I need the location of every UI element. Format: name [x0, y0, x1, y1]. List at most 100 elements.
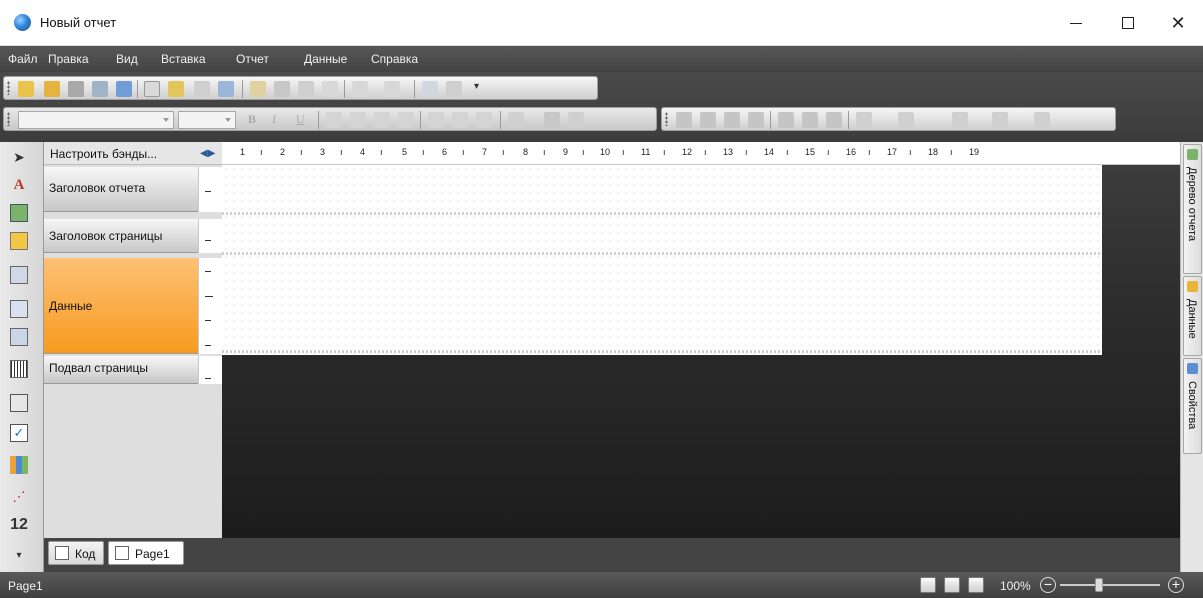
menu-help[interactable]: Справка: [371, 52, 418, 66]
single-page-icon[interactable]: [944, 577, 960, 593]
toolbar-grip-icon[interactable]: [7, 112, 10, 126]
save-all-icon[interactable]: [92, 81, 108, 97]
new-dialog-icon[interactable]: [168, 81, 184, 97]
band-separator[interactable]: [222, 350, 1102, 353]
configure-bands-button[interactable]: Настроить бэнды...: [50, 147, 157, 161]
align-justify-icon[interactable]: [398, 112, 414, 128]
toolbox-overflow-icon[interactable]: ▾: [10, 546, 28, 564]
zoom-slider-thumb[interactable]: [1095, 578, 1103, 592]
report-page[interactable]: [222, 165, 1102, 355]
font-color-icon[interactable]: [508, 112, 524, 128]
menu-data[interactable]: Данные: [304, 52, 347, 66]
fill-color-icon[interactable]: [856, 112, 872, 128]
zoom-slider[interactable]: [1060, 584, 1160, 586]
format-painter-icon[interactable]: [322, 81, 338, 97]
zoom-out-icon[interactable]: −: [1040, 577, 1056, 593]
close-button[interactable]: ✕: [1155, 0, 1201, 46]
menu-edit[interactable]: Правка: [48, 52, 89, 66]
copy-icon[interactable]: [274, 81, 290, 97]
barcode-icon[interactable]: [10, 360, 28, 378]
border-all-icon[interactable]: [778, 112, 794, 128]
ruler-number: 10: [600, 147, 611, 157]
tab-code[interactable]: Код: [48, 541, 104, 565]
report-options-icon[interactable]: [218, 81, 234, 97]
border-left-icon[interactable]: [724, 112, 740, 128]
multi-page-icon[interactable]: [968, 577, 984, 593]
align-left-icon[interactable]: [326, 112, 342, 128]
bold-icon[interactable]: B: [248, 112, 264, 128]
tab-report-tree[interactable]: Дерево отчета: [1183, 144, 1202, 274]
redo-icon[interactable]: [384, 81, 400, 97]
ruler-mark: ı: [582, 147, 585, 157]
border-top-icon[interactable]: [676, 112, 692, 128]
font-name-combo[interactable]: [18, 111, 174, 129]
menu-report[interactable]: Отчет: [236, 52, 269, 66]
undo-icon[interactable]: [352, 81, 368, 97]
line-color-icon[interactable]: [898, 112, 914, 128]
tab-properties[interactable]: Свойства: [1183, 358, 1202, 454]
preview-icon[interactable]: [116, 81, 132, 97]
italic-icon[interactable]: I: [272, 112, 288, 128]
checkbox-object-icon[interactable]: ✓: [10, 424, 28, 442]
open-folder-icon[interactable]: [44, 81, 60, 97]
toolbar-grip-icon[interactable]: [665, 112, 668, 126]
toolbar-grip-icon[interactable]: [7, 81, 10, 95]
menu-insert[interactable]: Вставка: [161, 52, 206, 66]
menu-file[interactable]: Файл: [8, 52, 38, 66]
highlight-icon[interactable]: [544, 112, 560, 128]
valign-middle-icon[interactable]: [452, 112, 468, 128]
line-width-icon[interactable]: [992, 112, 1008, 128]
band-object-icon[interactable]: [10, 266, 28, 284]
ungroup-icon[interactable]: [446, 81, 462, 97]
line-dash-icon[interactable]: [1034, 112, 1050, 128]
menu-view[interactable]: Вид: [116, 52, 138, 66]
rotate-icon[interactable]: [568, 112, 584, 128]
ruler-number: 1: [240, 147, 246, 157]
page-view-icon[interactable]: [920, 577, 936, 593]
matrix-object-icon[interactable]: [10, 328, 28, 346]
band-page-header[interactable]: Заголовок страницы: [44, 219, 198, 253]
chart-object-icon[interactable]: [10, 456, 28, 474]
picture-object-icon[interactable]: [10, 204, 28, 222]
band-separator[interactable]: [222, 212, 1102, 215]
border-bottom-icon[interactable]: [700, 112, 716, 128]
underline-icon[interactable]: U: [296, 112, 312, 128]
new-report-icon[interactable]: [18, 81, 34, 97]
tab-data[interactable]: Данные: [1183, 276, 1202, 356]
valign-bottom-icon[interactable]: [476, 112, 492, 128]
ruler-mark: ı: [543, 147, 546, 157]
band-label: Подвал страницы: [49, 361, 148, 375]
page-setup-icon[interactable]: [194, 81, 210, 97]
sparkline-icon[interactable]: ⋰: [10, 488, 28, 506]
pointer-icon[interactable]: ➤: [10, 148, 28, 166]
line-style-icon[interactable]: [952, 112, 968, 128]
cut-icon[interactable]: [250, 81, 266, 97]
toolbar-overflow-icon[interactable]: ▾: [474, 81, 490, 97]
table-object-icon[interactable]: [10, 300, 28, 318]
font-size-combo[interactable]: [178, 111, 236, 129]
subreport-icon[interactable]: [10, 232, 28, 250]
border-shadow-icon[interactable]: [826, 112, 842, 128]
right-dock-panel: Дерево отчета Данные Свойства: [1180, 142, 1203, 572]
textbox-control-icon[interactable]: [10, 394, 28, 412]
group-icon[interactable]: [422, 81, 438, 97]
number-format-icon[interactable]: 12: [6, 516, 32, 534]
band-separator[interactable]: [222, 252, 1102, 255]
text-object-icon[interactable]: A: [10, 176, 28, 194]
band-report-title[interactable]: Заголовок отчета: [44, 167, 198, 212]
zoom-in-icon[interactable]: +: [1168, 577, 1184, 593]
paste-icon[interactable]: [298, 81, 314, 97]
maximize-button[interactable]: [1105, 0, 1151, 46]
align-right-icon[interactable]: [374, 112, 390, 128]
minimize-button[interactable]: [1053, 0, 1099, 46]
valign-top-icon[interactable]: [428, 112, 444, 128]
border-right-icon[interactable]: [748, 112, 764, 128]
border-none-icon[interactable]: [802, 112, 818, 128]
save-icon[interactable]: [68, 81, 84, 97]
new-page-icon[interactable]: [144, 81, 160, 97]
band-page-footer[interactable]: Подвал страницы: [44, 356, 198, 384]
tab-page1[interactable]: Page1: [108, 541, 184, 565]
band-data[interactable]: Данные: [44, 258, 198, 354]
collapse-bands-icon[interactable]: ◀▶: [200, 148, 215, 159]
align-center-icon[interactable]: [350, 112, 366, 128]
